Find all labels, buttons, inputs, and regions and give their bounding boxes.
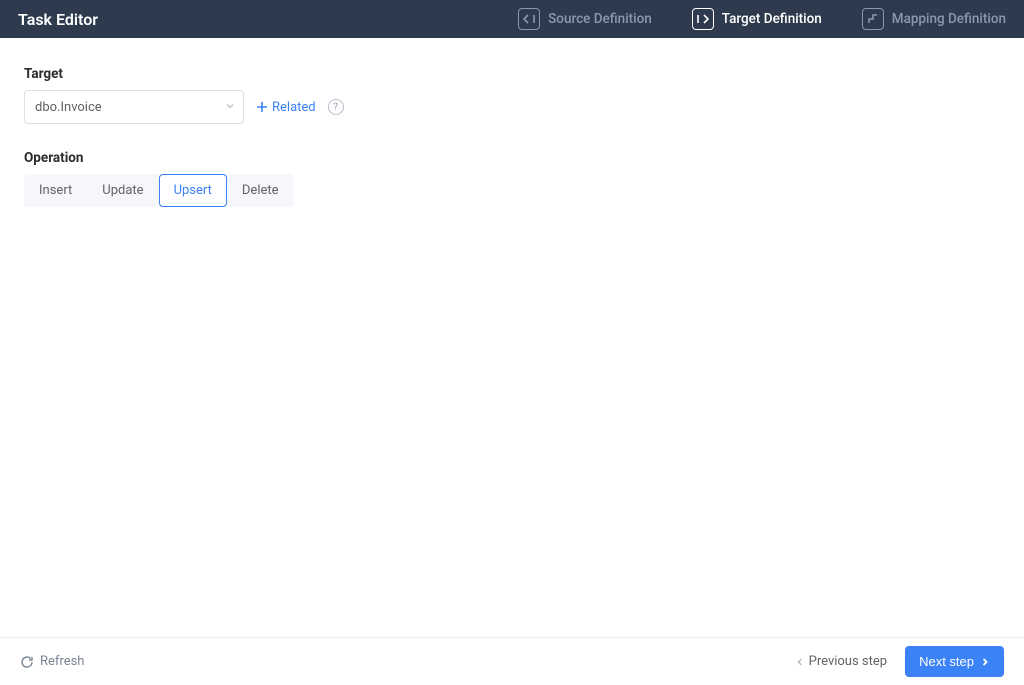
operation-insert[interactable]: Insert xyxy=(24,174,87,207)
help-icon[interactable]: ? xyxy=(328,99,344,115)
main-content: Target dbo.Invoice Related ? Operation I… xyxy=(0,38,1024,637)
next-step-button[interactable]: Next step xyxy=(905,646,1004,677)
related-label: Related xyxy=(272,100,316,115)
operation-update[interactable]: Update xyxy=(87,174,158,207)
step-label: Source Definition xyxy=(548,11,652,27)
refresh-button[interactable]: Refresh xyxy=(20,654,84,669)
plus-icon xyxy=(256,101,268,113)
add-related-button[interactable]: Related xyxy=(256,100,316,115)
source-icon xyxy=(518,8,540,30)
operation-label: Operation xyxy=(24,150,1000,166)
previous-step-label: Previous step xyxy=(809,654,887,669)
next-step-label: Next step xyxy=(919,654,974,669)
chevron-down-icon xyxy=(225,100,235,115)
operation-delete[interactable]: Delete xyxy=(227,174,294,207)
chevron-right-icon xyxy=(980,657,990,667)
target-icon xyxy=(692,8,714,30)
target-row: dbo.Invoice Related ? xyxy=(24,90,1000,124)
step-mapping-definition[interactable]: Mapping Definition xyxy=(862,8,1006,30)
step-label: Mapping Definition xyxy=(892,11,1006,27)
operation-upsert[interactable]: Upsert xyxy=(159,174,227,207)
step-target-definition[interactable]: Target Definition xyxy=(692,8,822,30)
target-select[interactable]: dbo.Invoice xyxy=(24,90,244,124)
previous-step-button[interactable]: Previous step xyxy=(795,654,887,669)
chevron-left-icon xyxy=(795,657,805,667)
operation-segmented-control: Insert Update Upsert Delete xyxy=(24,174,294,207)
step-breadcrumb: Source Definition Target Definition Mapp… xyxy=(518,8,1006,30)
footer-bar: Refresh Previous step Next step xyxy=(0,637,1024,685)
step-label: Target Definition xyxy=(722,11,822,27)
refresh-label: Refresh xyxy=(40,654,84,669)
target-select-value: dbo.Invoice xyxy=(35,100,102,115)
target-label: Target xyxy=(24,66,1000,82)
step-source-definition[interactable]: Source Definition xyxy=(518,8,652,30)
mapping-icon xyxy=(862,8,884,30)
page-title: Task Editor xyxy=(18,10,98,29)
refresh-icon xyxy=(20,655,34,669)
app-header: Task Editor Source Definition Target Def… xyxy=(0,0,1024,38)
